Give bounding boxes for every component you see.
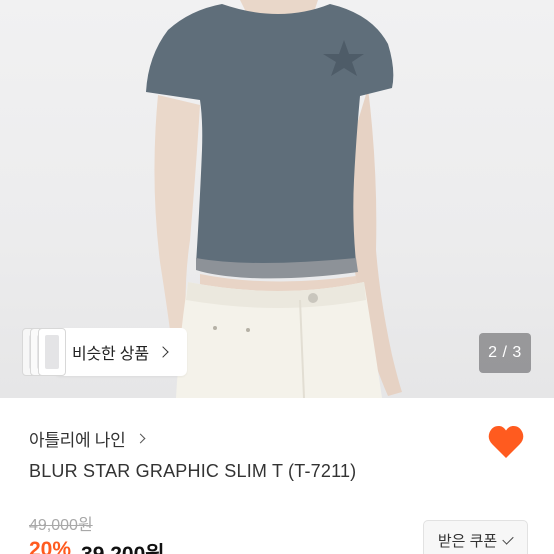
sale-price: 39,200원 (81, 538, 165, 554)
slide-indicator: 2 / 3 (479, 333, 531, 373)
similar-thumbnails (22, 328, 66, 376)
chevron-right-icon (157, 346, 169, 358)
price-row: 20% 39,200원 (29, 538, 165, 554)
product-image-carousel[interactable]: 비슷한 상품 2 / 3 (0, 0, 554, 398)
original-price: 49,000원 (29, 517, 93, 534)
similar-products-pill[interactable]: 비슷한 상품 (54, 328, 187, 376)
check-icon (502, 532, 514, 545)
similar-thumbnail (38, 328, 66, 376)
similar-products-label: 비슷한 상품 (72, 346, 149, 363)
heart-icon[interactable] (487, 424, 525, 460)
chevron-right-icon (136, 433, 146, 444)
product-title: BLUR STAR GRAPHIC SLIM T (T-7211) (29, 461, 357, 481)
received-coupon-button[interactable]: 받은 쿠폰 (423, 520, 528, 554)
coupon-label: 받은 쿠폰 (437, 532, 498, 550)
similar-products-button[interactable]: 비슷한 상품 (22, 328, 187, 376)
brand-name: 아틀리에 나인 (29, 431, 126, 450)
discount-rate: 20% (29, 538, 72, 554)
brand-link[interactable]: 아틀리에 나인 (29, 426, 146, 451)
